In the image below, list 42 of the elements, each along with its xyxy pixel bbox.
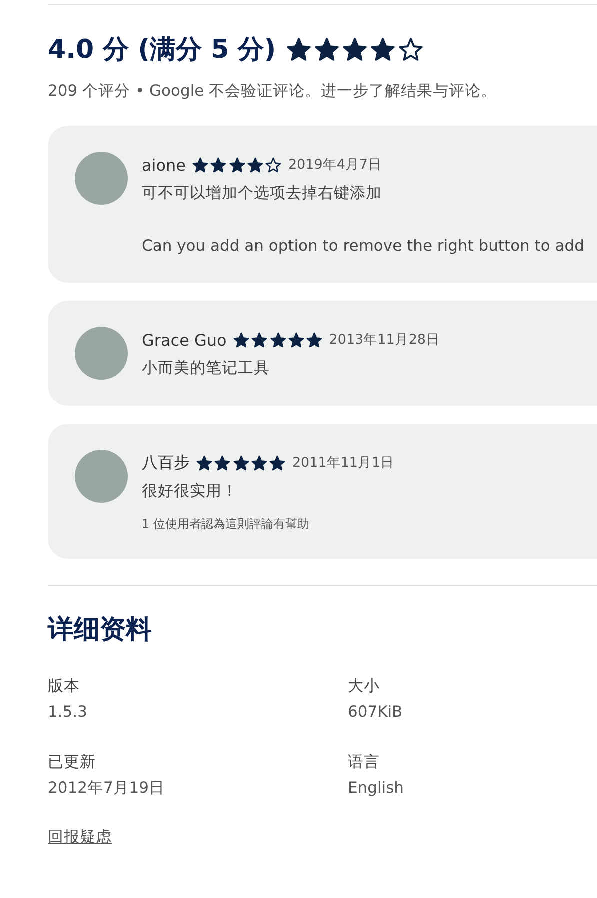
- detail-label: 大小: [348, 676, 381, 697]
- detail-value: 1.5.3: [48, 702, 88, 723]
- rating-title: 4.0 分 (满分 5 分): [48, 34, 276, 67]
- filled-star-icon: [251, 454, 268, 472]
- section-heading: 详细资料: [48, 614, 153, 647]
- detail-label: 已更新: [48, 752, 97, 773]
- review-date: 2013年11月28日: [329, 331, 440, 349]
- filled-star-icon: [247, 156, 264, 174]
- detail-value: 2012年7月19日: [48, 778, 166, 799]
- review-text: 很好很实用！: [142, 481, 239, 502]
- detail-label: 版本: [48, 676, 81, 697]
- reviewer-name: aione: [142, 156, 186, 174]
- filled-star-icon: [228, 156, 246, 174]
- filled-star-icon: [342, 36, 368, 62]
- filled-star-icon: [306, 332, 324, 348]
- review-text: 小而美的笔记工具: [142, 358, 271, 379]
- filled-star-icon: [270, 332, 287, 348]
- filled-star-icon: [286, 36, 312, 62]
- filled-star-icon: [251, 332, 268, 348]
- reviewer-name: Grace Guo: [142, 330, 227, 350]
- filled-star-icon: [196, 454, 213, 472]
- report-link[interactable]: 回报疑虑: [48, 827, 112, 848]
- detail-label: 语言: [348, 752, 381, 773]
- filled-star-icon: [214, 454, 232, 472]
- rating-summary: 209 个评分 • Google 不会验证评论。进一步了解结果与评论。: [48, 81, 498, 102]
- detail-value: English: [348, 778, 405, 799]
- filled-star-icon: [314, 36, 340, 62]
- filled-star-icon: [370, 36, 396, 62]
- empty-star-icon: [398, 36, 424, 62]
- detail-value: 607KiB: [348, 702, 404, 723]
- filled-star-icon: [192, 156, 210, 174]
- review-date: 2011年11月1日: [292, 454, 395, 472]
- reviewer-name: 八百步: [142, 452, 190, 474]
- helpful-count: 1 位使用者認為這則評論有幫助: [142, 516, 310, 533]
- review-text: 可不可以增加个选项去掉右键添加: [142, 183, 383, 204]
- filled-star-icon: [269, 454, 286, 472]
- review-text: Can you add an option to remove the right button to add: [142, 236, 584, 257]
- review-date: 2019年4月7日: [288, 156, 382, 174]
- filled-star-icon: [210, 156, 228, 174]
- filled-star-icon: [232, 332, 250, 348]
- filled-star-icon: [288, 332, 305, 348]
- filled-star-icon: [232, 454, 250, 472]
